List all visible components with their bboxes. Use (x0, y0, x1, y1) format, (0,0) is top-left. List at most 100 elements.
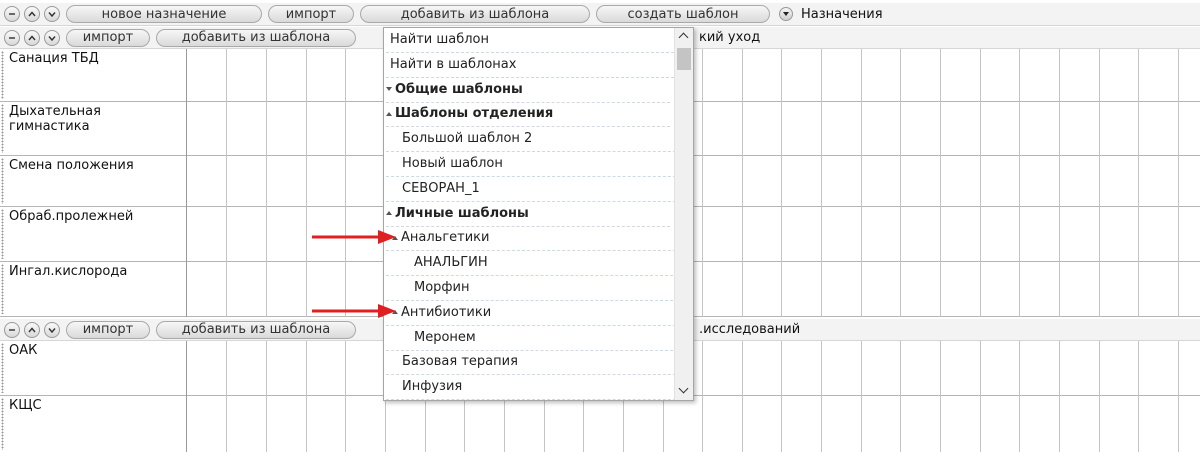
grid-column-line (186, 49, 187, 317)
drag-handle[interactable] (1, 158, 4, 204)
menu-item[interactable]: СЕВОРАН_1 (386, 177, 686, 202)
menu-item[interactable]: Шаблоны отделения (386, 102, 670, 128)
dropdown-toggle-icon[interactable] (779, 7, 793, 21)
grid-column-line (1178, 49, 1179, 317)
grid-column-line (861, 49, 862, 317)
expanded-triangle-icon[interactable] (386, 211, 392, 216)
menu-item[interactable]: АНАЛЬГИН (386, 251, 693, 277)
row-label: Смена положения (9, 158, 134, 173)
collapse-icon[interactable] (4, 6, 20, 22)
menu-item-label: Меронем (414, 329, 476, 345)
grid-column-line (266, 49, 267, 317)
menu-item-label: Новый шаблон (402, 156, 503, 171)
grid-column-line (702, 341, 703, 452)
import-button[interactable]: импорт (66, 28, 150, 47)
chevron-down-icon[interactable] (44, 29, 60, 46)
annotation-arrow-icon (312, 230, 396, 244)
menu-item[interactable]: Найти в шаблонах (386, 53, 674, 78)
scrollbar-thumb[interactable] (677, 48, 691, 70)
add-from-template-button[interactable]: добавить из шаблона (360, 5, 590, 23)
chevron-up-icon[interactable] (24, 29, 40, 46)
menu-item-label: Найти шаблон (390, 32, 489, 47)
grid-column-line (900, 341, 901, 452)
row-label: Обраб.пролежней (9, 209, 134, 224)
drag-handle[interactable] (1, 343, 4, 393)
collapse-icon[interactable] (4, 29, 20, 46)
import-button[interactable]: импорт (268, 5, 354, 23)
grid-column-line (980, 49, 981, 317)
grid-column-line (821, 341, 822, 452)
drag-handle[interactable] (1, 398, 4, 450)
main-toolbar: новое назначение импорт добавить из шабл… (0, 3, 1200, 26)
expanded-triangle-icon[interactable] (386, 111, 392, 116)
menu-item[interactable]: Новый шаблон (386, 152, 686, 177)
grid-column-line (226, 341, 227, 452)
row-label: КЩС (9, 398, 42, 413)
menu-item-label: Личные шаблоны (395, 205, 529, 221)
drag-handle[interactable] (1, 209, 4, 259)
menu-item[interactable]: Антибиотики (386, 301, 676, 326)
scroll-down-icon[interactable] (678, 383, 689, 394)
drag-handle[interactable] (1, 51, 4, 99)
grid-column-line (345, 49, 346, 317)
menu-item-label: Антибиотики (401, 304, 492, 320)
grid-column-line (266, 341, 267, 452)
grid-column-line (306, 49, 307, 317)
chevron-down-icon[interactable] (44, 321, 60, 338)
create-template-button[interactable]: создать шаблон (596, 5, 770, 23)
grid-column-line (821, 49, 822, 317)
grid-column-line (781, 49, 782, 317)
row-label: Дыхательная гимнастика (9, 104, 101, 134)
grid-column-line (345, 341, 346, 452)
menu-item[interactable]: Морфин (386, 276, 693, 301)
menu-item-label: Анальгетики (401, 230, 490, 246)
menu-item[interactable]: Инфузия (386, 375, 686, 400)
menu-item-label: Базовая терапия (402, 354, 518, 370)
menu-item-label: Шаблоны отделения (395, 106, 554, 122)
drag-handle[interactable] (1, 264, 4, 314)
grid-column-line (226, 49, 227, 317)
grid-column-line (1178, 341, 1179, 452)
chevron-up-icon[interactable] (24, 6, 40, 22)
menu-item[interactable]: Анальгетики (386, 226, 676, 252)
drag-handle[interactable] (1, 104, 4, 153)
grid-column-line (1059, 341, 1060, 452)
section-title: кий уход (699, 30, 761, 45)
menu-item[interactable]: Общие шаблоны (386, 78, 670, 103)
new-assignment-button[interactable]: новое назначение (66, 5, 262, 23)
grid-column-line (186, 341, 187, 452)
grid-column-line (900, 49, 901, 317)
chevron-down-icon[interactable] (44, 6, 60, 22)
menu-item[interactable]: Личные шаблоны (386, 202, 670, 227)
annotation-arrow-icon (312, 304, 396, 318)
menu-item-label: СЕВОРАН_1 (402, 180, 480, 196)
section-title: Назначения (801, 6, 883, 22)
grid-column-line (1099, 49, 1100, 317)
grid-column-line (861, 341, 862, 452)
grid-column-line (940, 341, 941, 452)
grid-column-line (1019, 341, 1020, 452)
table-row[interactable]: КЩС (0, 396, 1200, 452)
collapsed-triangle-icon[interactable] (386, 87, 392, 92)
grid-column-line (306, 341, 307, 452)
menu-item[interactable]: Меронем (386, 326, 693, 351)
collapse-icon[interactable] (4, 321, 20, 338)
grid-column-line (1099, 341, 1100, 452)
grid-column-line (742, 49, 743, 317)
menu-item[interactable]: Найти шаблон (386, 28, 674, 53)
chevron-up-icon[interactable] (24, 321, 40, 338)
import-button[interactable]: импорт (66, 320, 150, 339)
add-from-template-button[interactable]: добавить из шаблона (156, 320, 356, 339)
menu-item-label: Найти в шаблонах (390, 56, 517, 72)
row-label: Санация ТБД (9, 51, 99, 66)
grid-column-line (1019, 49, 1020, 317)
menu-item-label: АНАЛЬГИН (414, 255, 488, 271)
scrollbar[interactable] (674, 28, 693, 400)
menu-item[interactable]: Большой шаблон 2 (386, 127, 686, 153)
template-dropdown-menu: Найти шаблон Найти в шаблонах Общие шаблон… (383, 27, 694, 401)
menu-item[interactable]: Базовая терапия (386, 350, 686, 376)
add-from-template-button[interactable]: добавить из шаблона (156, 28, 356, 47)
menu-item-label: Общие шаблоны (395, 81, 523, 97)
scroll-up-icon[interactable] (678, 32, 689, 43)
grid-column-line (1138, 49, 1139, 317)
